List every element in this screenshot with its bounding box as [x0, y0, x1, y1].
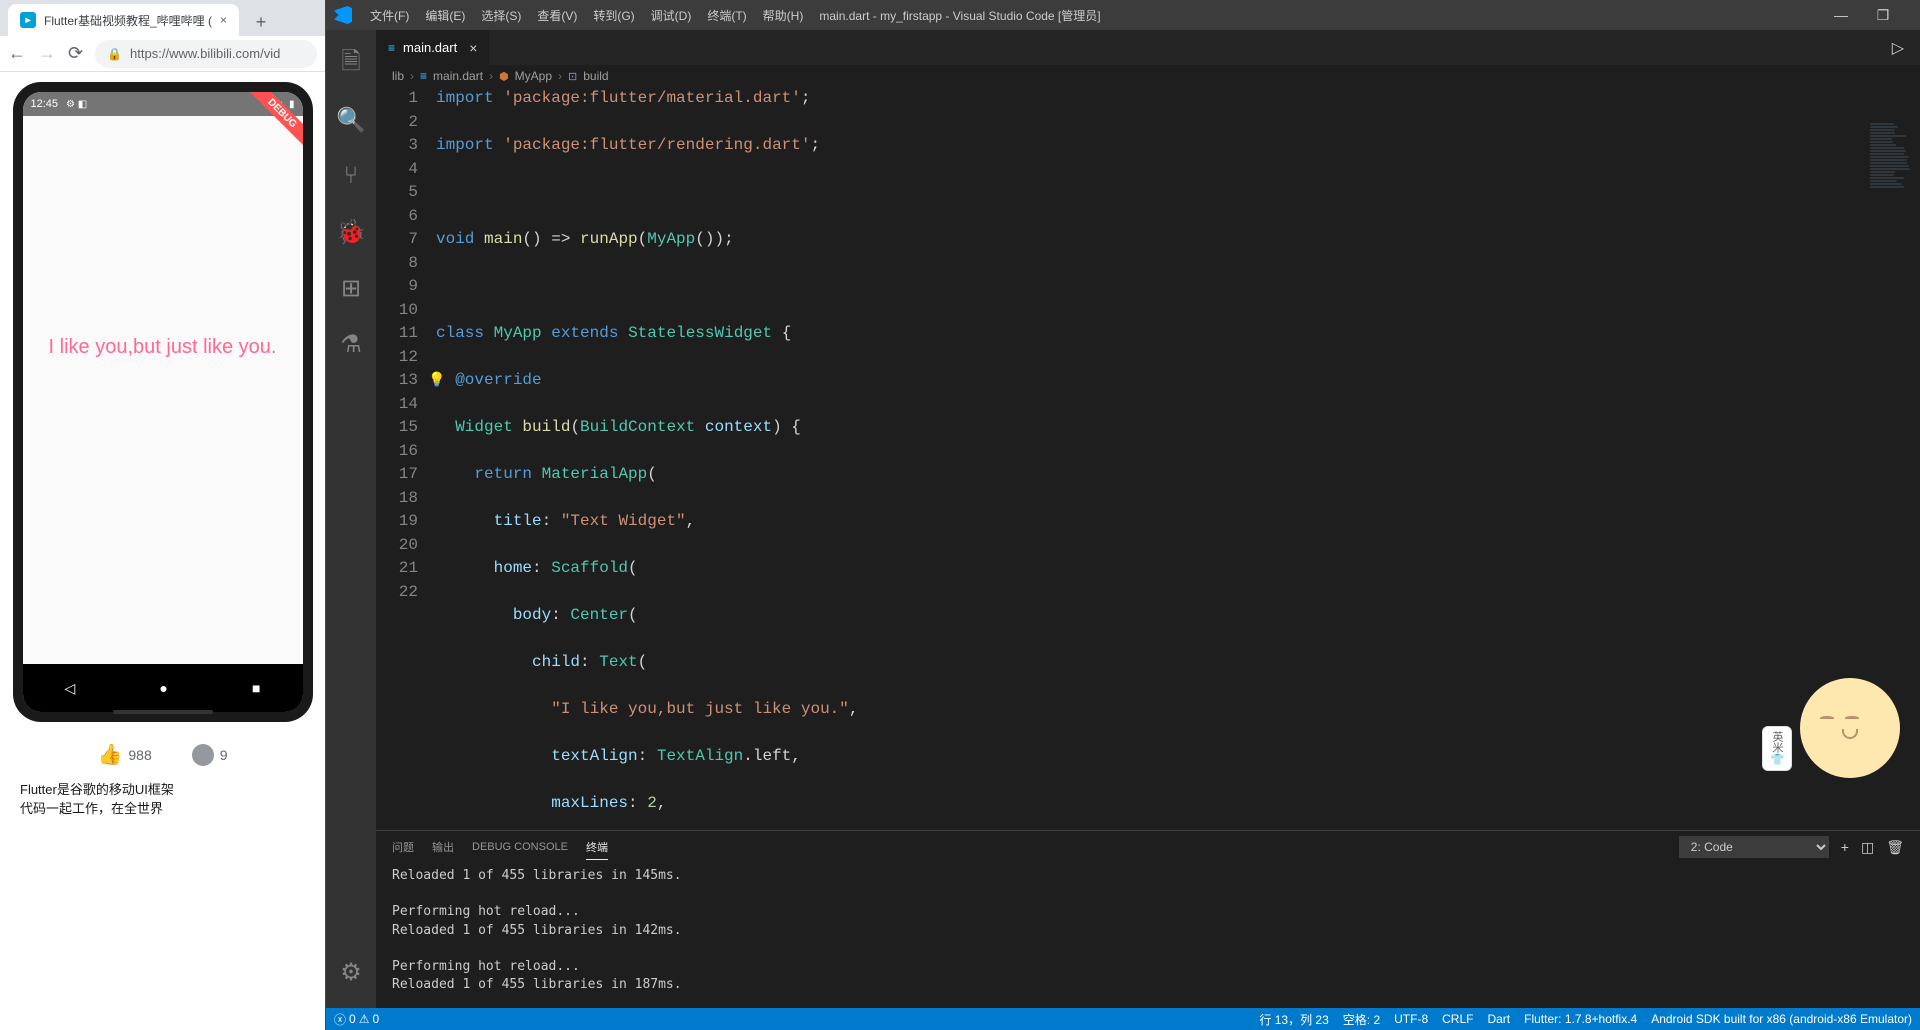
text-widget: I like you,but just like you. [49, 336, 277, 359]
titlebar: 文件(F)编辑(E)选择(S)查看(V)转到(G)调试(D)终端(T)帮助(H)… [326, 0, 1920, 30]
status-flutter[interactable]: Flutter: 1.7.8+hotfix.4 [1524, 1012, 1637, 1026]
debug-icon[interactable]: 🐞 [327, 208, 375, 256]
run-button[interactable]: ▷ [1876, 30, 1920, 65]
url-text: https://www.bilibili.com/vid [130, 46, 280, 61]
status-lang[interactable]: Dart [1487, 1012, 1510, 1026]
menu-转到(G)[interactable]: 转到(G) [587, 5, 640, 26]
terminal-selector[interactable]: 2: Code [1679, 836, 1829, 858]
source-control-icon[interactable]: ⑂ [327, 152, 375, 200]
settings-gear-icon[interactable]: ⚙ [327, 948, 375, 996]
menu-帮助(H)[interactable]: 帮助(H) [757, 5, 810, 26]
tab-title: Flutter基础视频教程_哔哩哔哩 ( [44, 12, 212, 29]
split-terminal-icon[interactable]: ◫ [1861, 839, 1874, 856]
menu-终端(T)[interactable]: 终端(T) [701, 5, 752, 26]
status-bar: ⓧ 0 ⚠ 0 行 13，列 23 空格: 2 UTF-8 CRLF Dart … [326, 1008, 1920, 1030]
close-icon[interactable]: × [220, 13, 227, 27]
back-icon[interactable]: ◁ [65, 680, 76, 697]
emulator-frame: DEBUG 12:45 ⚙ ◧ ▲ ▮ I like you,but just … [13, 82, 313, 722]
minimize-button[interactable]: — [1826, 7, 1856, 24]
dart-file-icon: ≡ [388, 41, 395, 55]
home-icon[interactable]: ● [159, 680, 167, 696]
code-editor[interactable]: 12345678910111213141516171819202122 💡 im… [376, 87, 1920, 830]
browser-tab-strip: ▸ Flutter基础视频教程_哔哩哔哩 ( × + [0, 0, 325, 36]
speaker-grille [113, 710, 213, 714]
coin-count: 9 [220, 747, 228, 763]
status-time: 12:45 [31, 98, 59, 110]
status-cursor[interactable]: 行 13，列 23 [1259, 1011, 1328, 1028]
browser-content: DEBUG 12:45 ⚙ ◧ ▲ ▮ I like you,but just … [0, 72, 325, 1030]
status-eol[interactable]: CRLF [1442, 1012, 1473, 1026]
method-icon: ⊡ [568, 70, 577, 83]
browser-tab[interactable]: ▸ Flutter基础视频教程_哔哩哔哩 ( × [8, 4, 239, 36]
extensions-icon[interactable]: ⊞ [327, 264, 375, 312]
editor-tab-bar: ≡ main.dart × ▷ [376, 30, 1920, 65]
menu-编辑(E)[interactable]: 编辑(E) [419, 5, 471, 26]
video-actions: 👍 988 9 [97, 742, 227, 767]
maximize-button[interactable]: ❐ [1868, 7, 1898, 24]
reload-button[interactable]: ⟳ [68, 43, 83, 64]
browser-toolbar: ← → ⟳ 🔒 https://www.bilibili.com/vid [0, 36, 325, 72]
code-content[interactable]: import 'package:flutter/material.dart'; … [436, 87, 1920, 830]
status-device[interactable]: Android SDK built for x86 (android-x86 E… [1651, 1012, 1912, 1026]
terminal-output[interactable]: Reloaded 1 of 455 libraries in 145ms. Pe… [376, 863, 1920, 1008]
status-encoding[interactable]: UTF-8 [1394, 1012, 1428, 1026]
explorer-icon[interactable]: 🗎 [327, 40, 375, 88]
trash-icon[interactable]: 🗑 [1886, 839, 1904, 856]
coin-button[interactable]: 9 [192, 744, 228, 766]
video-description: Flutter是谷歌的移动UI框架 代码一起工作，在全世界 [10, 779, 315, 817]
app-body: I like you,but just like you. [23, 116, 303, 664]
like-button[interactable]: 👍 988 [97, 742, 151, 767]
coin-icon [192, 744, 214, 766]
menu-查看(V)[interactable]: 查看(V) [531, 5, 583, 26]
search-icon[interactable]: 🔍 [327, 96, 375, 144]
menu-bar: 文件(F)编辑(E)选择(S)查看(V)转到(G)调试(D)终端(T)帮助(H) [364, 5, 809, 26]
line-numbers: 12345678910111213141516171819202122 [376, 87, 436, 830]
panel-tab-terminal[interactable]: 终端 [586, 835, 608, 860]
panel-tab-problems[interactable]: 问题 [392, 835, 414, 859]
browser-panel: ▸ Flutter基础视频教程_哔哩哔哩 ( × + ← → ⟳ 🔒 https… [0, 0, 326, 1030]
like-count: 988 [128, 747, 151, 763]
vscode-window: 文件(F)编辑(E)选择(S)查看(V)转到(G)调试(D)终端(T)帮助(H)… [326, 0, 1920, 1030]
minimap[interactable] [1870, 122, 1910, 830]
url-bar[interactable]: 🔒 https://www.bilibili.com/vid [95, 40, 317, 68]
panel-tabs: 问题 输出 DEBUG CONSOLE 终端 2: Code + ◫ 🗑 [376, 831, 1920, 863]
status-errors[interactable]: ⓧ 0 ⚠ 0 [334, 1011, 379, 1028]
new-tab-button[interactable]: + [247, 8, 275, 36]
editor-tab-main-dart[interactable]: ≡ main.dart × [376, 30, 490, 65]
vscode-logo-icon [334, 6, 352, 24]
editor-area: ≡ main.dart × ▷ lib› ≡ main.dart› ⬢ MyAp… [376, 30, 1920, 1008]
window-controls: — ❐ [1826, 7, 1912, 24]
lightbulb-icon[interactable]: 💡 [428, 370, 445, 394]
menu-选择(S)[interactable]: 选择(S) [475, 5, 527, 26]
recent-icon[interactable]: ■ [252, 680, 260, 696]
emulator-screen: DEBUG 12:45 ⚙ ◧ ▲ ▮ I like you,but just … [23, 92, 303, 712]
menu-调试(D)[interactable]: 调试(D) [645, 5, 698, 26]
android-nav-bar: ◁ ● ■ [23, 664, 303, 712]
lock-icon: 🔒 [107, 47, 122, 61]
new-terminal-icon[interactable]: + [1841, 839, 1849, 855]
bilibili-favicon: ▸ [20, 12, 36, 28]
test-icon[interactable]: ⚗ [327, 320, 375, 368]
dart-file-icon: ≡ [420, 69, 427, 83]
forward-button[interactable]: → [38, 43, 56, 64]
terminal-panel: 问题 输出 DEBUG CONSOLE 终端 2: Code + ◫ 🗑 Rel… [376, 830, 1920, 1008]
status-icons-left: ⚙ ◧ [66, 99, 87, 110]
thumb-up-icon: 👍 [97, 742, 122, 767]
status-spaces[interactable]: 空格: 2 [1343, 1011, 1380, 1028]
close-icon[interactable]: × [469, 40, 477, 56]
panel-tab-output[interactable]: 输出 [432, 835, 454, 859]
back-button[interactable]: ← [8, 43, 26, 64]
class-icon: ⬢ [499, 70, 509, 83]
panel-tab-debug[interactable]: DEBUG CONSOLE [472, 837, 568, 857]
menu-文件(F)[interactable]: 文件(F) [364, 5, 415, 26]
activity-bar: 🗎 🔍 ⑂ 🐞 ⊞ ⚗ ⚙ [326, 30, 376, 1008]
breadcrumb[interactable]: lib› ≡ main.dart› ⬢ MyApp› ⊡ build [376, 65, 1920, 87]
window-title: main.dart - my_firstapp - Visual Studio … [819, 7, 1100, 24]
workbench: 🗎 🔍 ⑂ 🐞 ⊞ ⚗ ⚙ ≡ main.dart × ▷ lib› ≡ mai… [326, 30, 1920, 1008]
tab-filename: main.dart [403, 40, 457, 55]
